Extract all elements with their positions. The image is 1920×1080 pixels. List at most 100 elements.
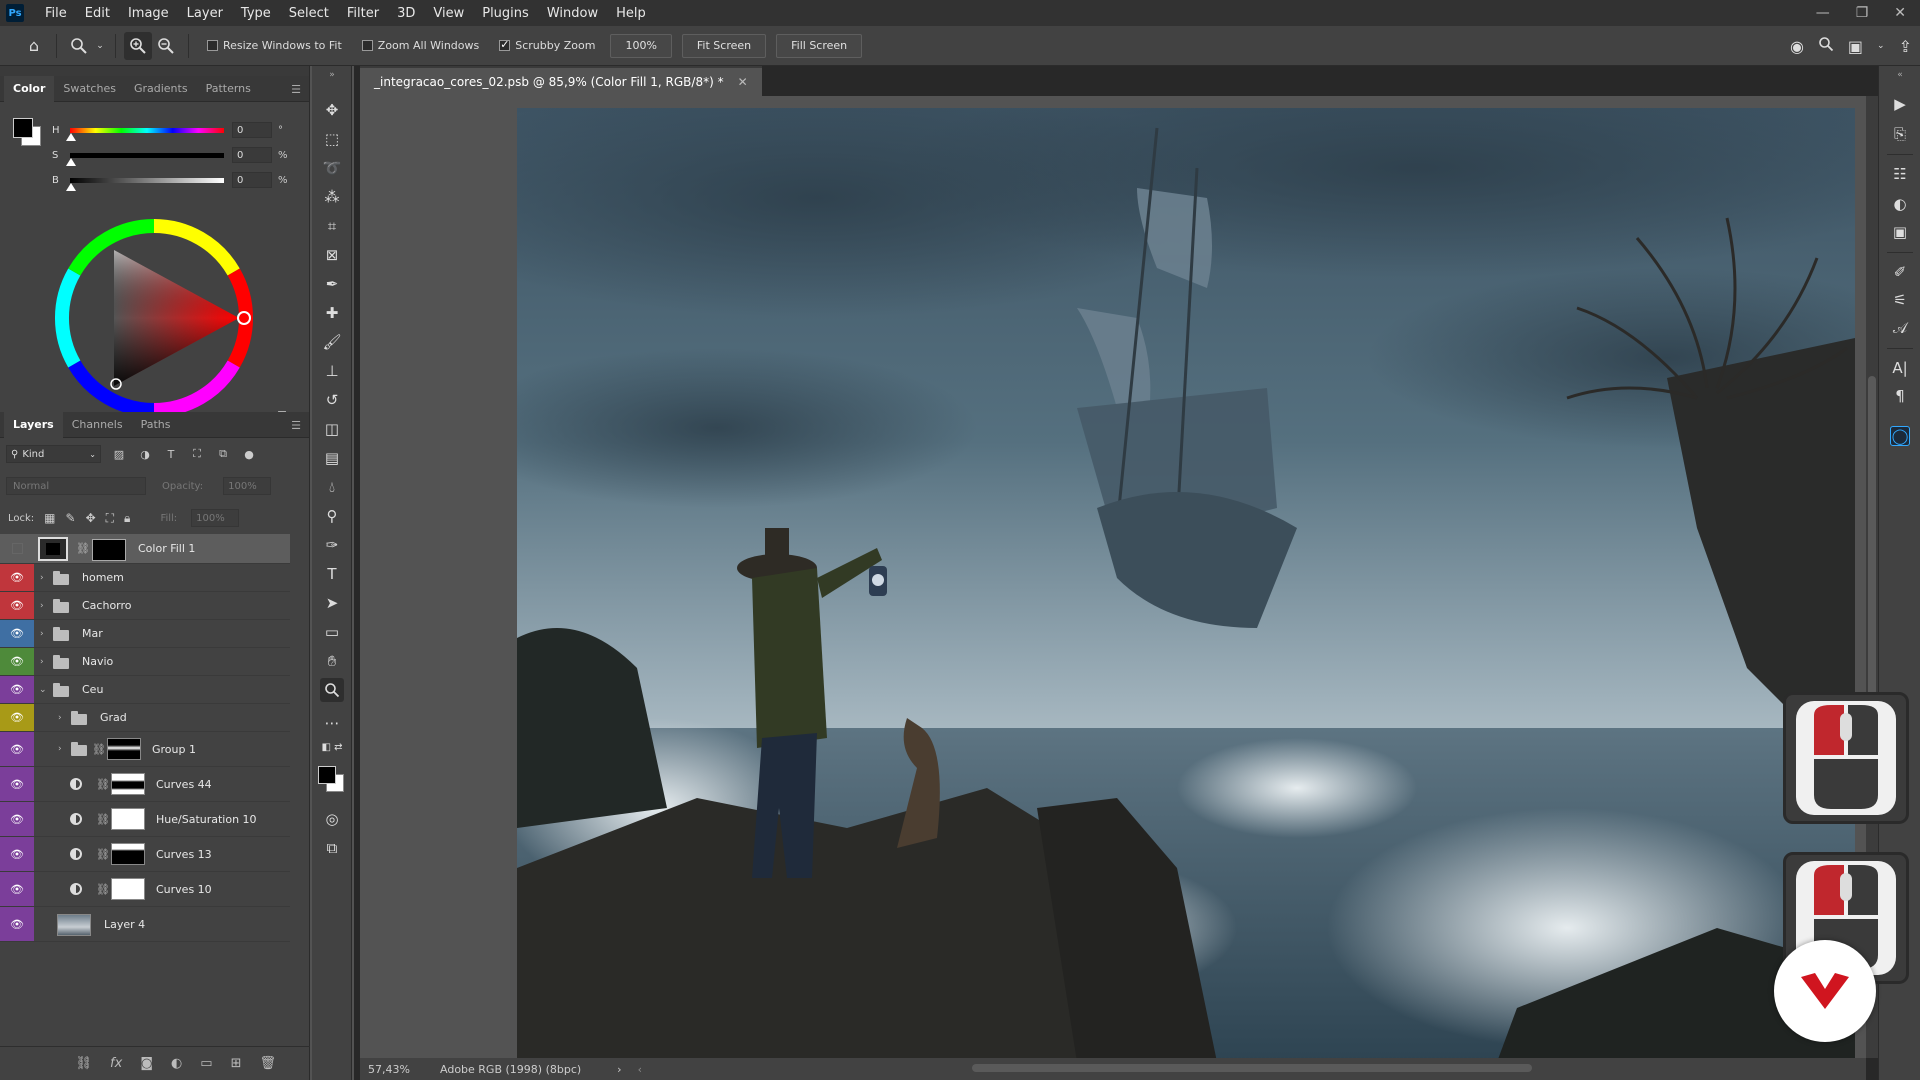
quick-mask-icon[interactable]: ◎ [320, 807, 344, 831]
checkbox-box-checked[interactable] [499, 38, 511, 51]
smart-object-filter-icon[interactable]: ⧉ [215, 446, 231, 462]
saturation-thumb[interactable] [66, 157, 76, 166]
brightness-value[interactable]: 0 [232, 172, 272, 188]
layer-name[interactable]: Group 1 [152, 743, 196, 756]
hue-value[interactable]: 0 [232, 122, 272, 138]
hand-tool-icon[interactable]: ✋︎ [320, 649, 344, 673]
layer-name[interactable]: Layer 4 [104, 918, 145, 931]
close-icon[interactable]: ✕ [1894, 5, 1906, 21]
collapse-icon[interactable]: » [320, 70, 344, 80]
brightness-thumb[interactable] [66, 182, 76, 191]
eyedropper-tool-icon[interactable]: ✒ [320, 272, 344, 296]
layer-name[interactable]: Hue/Saturation 10 [156, 813, 257, 826]
fx-icon[interactable]: fx [110, 1056, 122, 1071]
layer-row[interactable]: 👁︎ ⛓︎ Hue/Saturation 10 [0, 802, 290, 837]
zoom-level[interactable]: 57,43% [360, 1063, 430, 1076]
eraser-tool-icon[interactable]: ◫ [320, 417, 344, 441]
horizontal-scroll-thumb[interactable] [972, 1064, 1532, 1072]
canvas-artwork[interactable] [517, 108, 1855, 1062]
zoom-tool-icon[interactable] [320, 678, 344, 702]
menu-file[interactable]: File [36, 6, 76, 21]
type-filter-icon[interactable]: T [163, 446, 179, 462]
expand-caret-icon[interactable]: › [40, 573, 44, 583]
adjustment-filter-icon[interactable]: ◑ [137, 446, 153, 462]
trash-icon[interactable]: 🗑︎ [259, 1056, 276, 1071]
layer-name[interactable]: Color Fill 1 [138, 542, 195, 555]
saturation-slider[interactable] [66, 152, 224, 166]
tool-foreground-swatch[interactable] [318, 766, 336, 784]
status-chevron-icon[interactable]: › [617, 1063, 621, 1076]
foreground-color-swatch[interactable] [13, 118, 33, 138]
layer-row[interactable]: 👁︎ › Grad [0, 704, 290, 732]
layer-name[interactable]: Ceu [82, 683, 103, 696]
visibility-toggle[interactable]: 👁︎ [0, 592, 34, 619]
visibility-toggle[interactable]: 👁︎ [0, 872, 34, 906]
layer-row[interactable]: 👁︎ ⛓︎ Curves 10 [0, 872, 290, 907]
kind-filter-select[interactable]: ⚲ Kind ⌄ [6, 445, 101, 463]
brightness-slider[interactable] [66, 177, 224, 191]
tab-patterns[interactable]: Patterns [197, 76, 260, 102]
zoom-tool-preset-icon[interactable] [65, 32, 93, 60]
clone-stamp-tool-icon[interactable]: ⊥ [320, 359, 344, 383]
character-icon[interactable]: A| [1890, 358, 1910, 378]
checkbox-box[interactable] [361, 40, 373, 51]
expand-caret-icon[interactable]: › [58, 713, 62, 723]
minimize-icon[interactable]: — [1816, 5, 1830, 21]
zoom-all-windows-checkbox[interactable]: Zoom All Windows [361, 39, 479, 52]
rectangle-tool-icon[interactable]: ▭ [320, 620, 344, 644]
menu-layer[interactable]: Layer [178, 6, 232, 21]
layer-name[interactable]: Cachorro [82, 599, 132, 612]
healing-brush-tool-icon[interactable]: ✚ [320, 301, 344, 325]
brush-tool-icon[interactable]: 🖌︎ [320, 330, 344, 354]
collapse-icon[interactable]: « [1890, 70, 1910, 80]
plugin-icon[interactable]: ◯ [1890, 426, 1910, 446]
paragraph-icon[interactable]: ¶ [1890, 386, 1910, 406]
brush-settings-icon[interactable]: ⚟ [1890, 290, 1910, 310]
menu-filter[interactable]: Filter [338, 6, 388, 21]
path-selection-tool-icon[interactable]: ➤ [320, 591, 344, 615]
resize-windows-checkbox[interactable]: Resize Windows to Fit [207, 39, 342, 52]
more-tools-icon[interactable]: ⋯ [320, 711, 344, 735]
layer-row[interactable]: 👁︎ ⛓︎ Curves 44 [0, 767, 290, 802]
new-group-icon[interactable]: ▭ [200, 1056, 212, 1071]
tab-channels[interactable]: Channels [63, 412, 132, 438]
gradient-tool-icon[interactable]: ▤ [320, 446, 344, 470]
tab-layers[interactable]: Layers [4, 411, 63, 438]
menu-edit[interactable]: Edit [76, 6, 119, 21]
zoom-100-button[interactable]: 100% [610, 33, 672, 58]
home-icon[interactable]: ⌂ [20, 32, 48, 60]
dodge-tool-icon[interactable]: ⚲ [320, 504, 344, 528]
frame-tool-icon[interactable]: ⊠ [320, 243, 344, 267]
fill-screen-button[interactable]: Fill Screen [776, 33, 863, 58]
visibility-toggle[interactable]: 👁︎ [0, 676, 34, 703]
menu-plugins[interactable]: Plugins [473, 6, 538, 21]
layer-row[interactable]: 👁︎ Layer 4 [0, 907, 290, 942]
menu-3d[interactable]: 3D [388, 6, 424, 21]
scrubby-zoom-checkbox[interactable]: Scrubby Zoom [499, 38, 595, 52]
filter-toggle-icon[interactable]: ● [241, 446, 257, 462]
layer-name[interactable]: Curves 10 [156, 883, 212, 896]
expand-caret-icon[interactable]: › [40, 601, 44, 611]
new-adjustment-icon[interactable]: ◐ [171, 1056, 182, 1071]
scroll-left-icon[interactable]: ‹ [638, 1063, 642, 1076]
lock-artboard-icon[interactable]: ⛶ [106, 511, 114, 526]
move-tool-icon[interactable]: ✥ [320, 98, 344, 122]
tab-color[interactable]: Color [4, 75, 55, 102]
visibility-toggle[interactable]: 👁︎ [0, 907, 34, 941]
visibility-toggle[interactable]: 👁︎ [0, 564, 34, 591]
lock-all-icon[interactable]: 🔒︎ [124, 511, 130, 526]
play-actions-icon[interactable]: ▶ [1890, 94, 1910, 114]
shape-filter-icon[interactable]: ⛶ [189, 446, 205, 462]
screen-mode-icon[interactable]: ⧉ [320, 836, 344, 860]
lock-transparent-icon[interactable]: ▦ [44, 511, 55, 525]
layer-row[interactable]: 👁︎ › Mar [0, 620, 290, 648]
layer-row[interactable]: 👁︎ › homem [0, 564, 290, 592]
crop-tool-icon[interactable]: ⌗ [320, 214, 344, 238]
visibility-toggle[interactable] [0, 534, 34, 563]
type-tool-icon[interactable]: T [320, 562, 344, 586]
document-tab[interactable]: _integracao_cores_02.psb @ 85,9% (Color … [360, 66, 762, 96]
close-tab-icon[interactable]: ✕ [738, 75, 748, 89]
cloud-user-icon[interactable]: ◉ [1790, 37, 1804, 56]
history-brush-tool-icon[interactable]: ↺ [320, 388, 344, 412]
expand-caret-icon[interactable]: › [40, 657, 44, 667]
